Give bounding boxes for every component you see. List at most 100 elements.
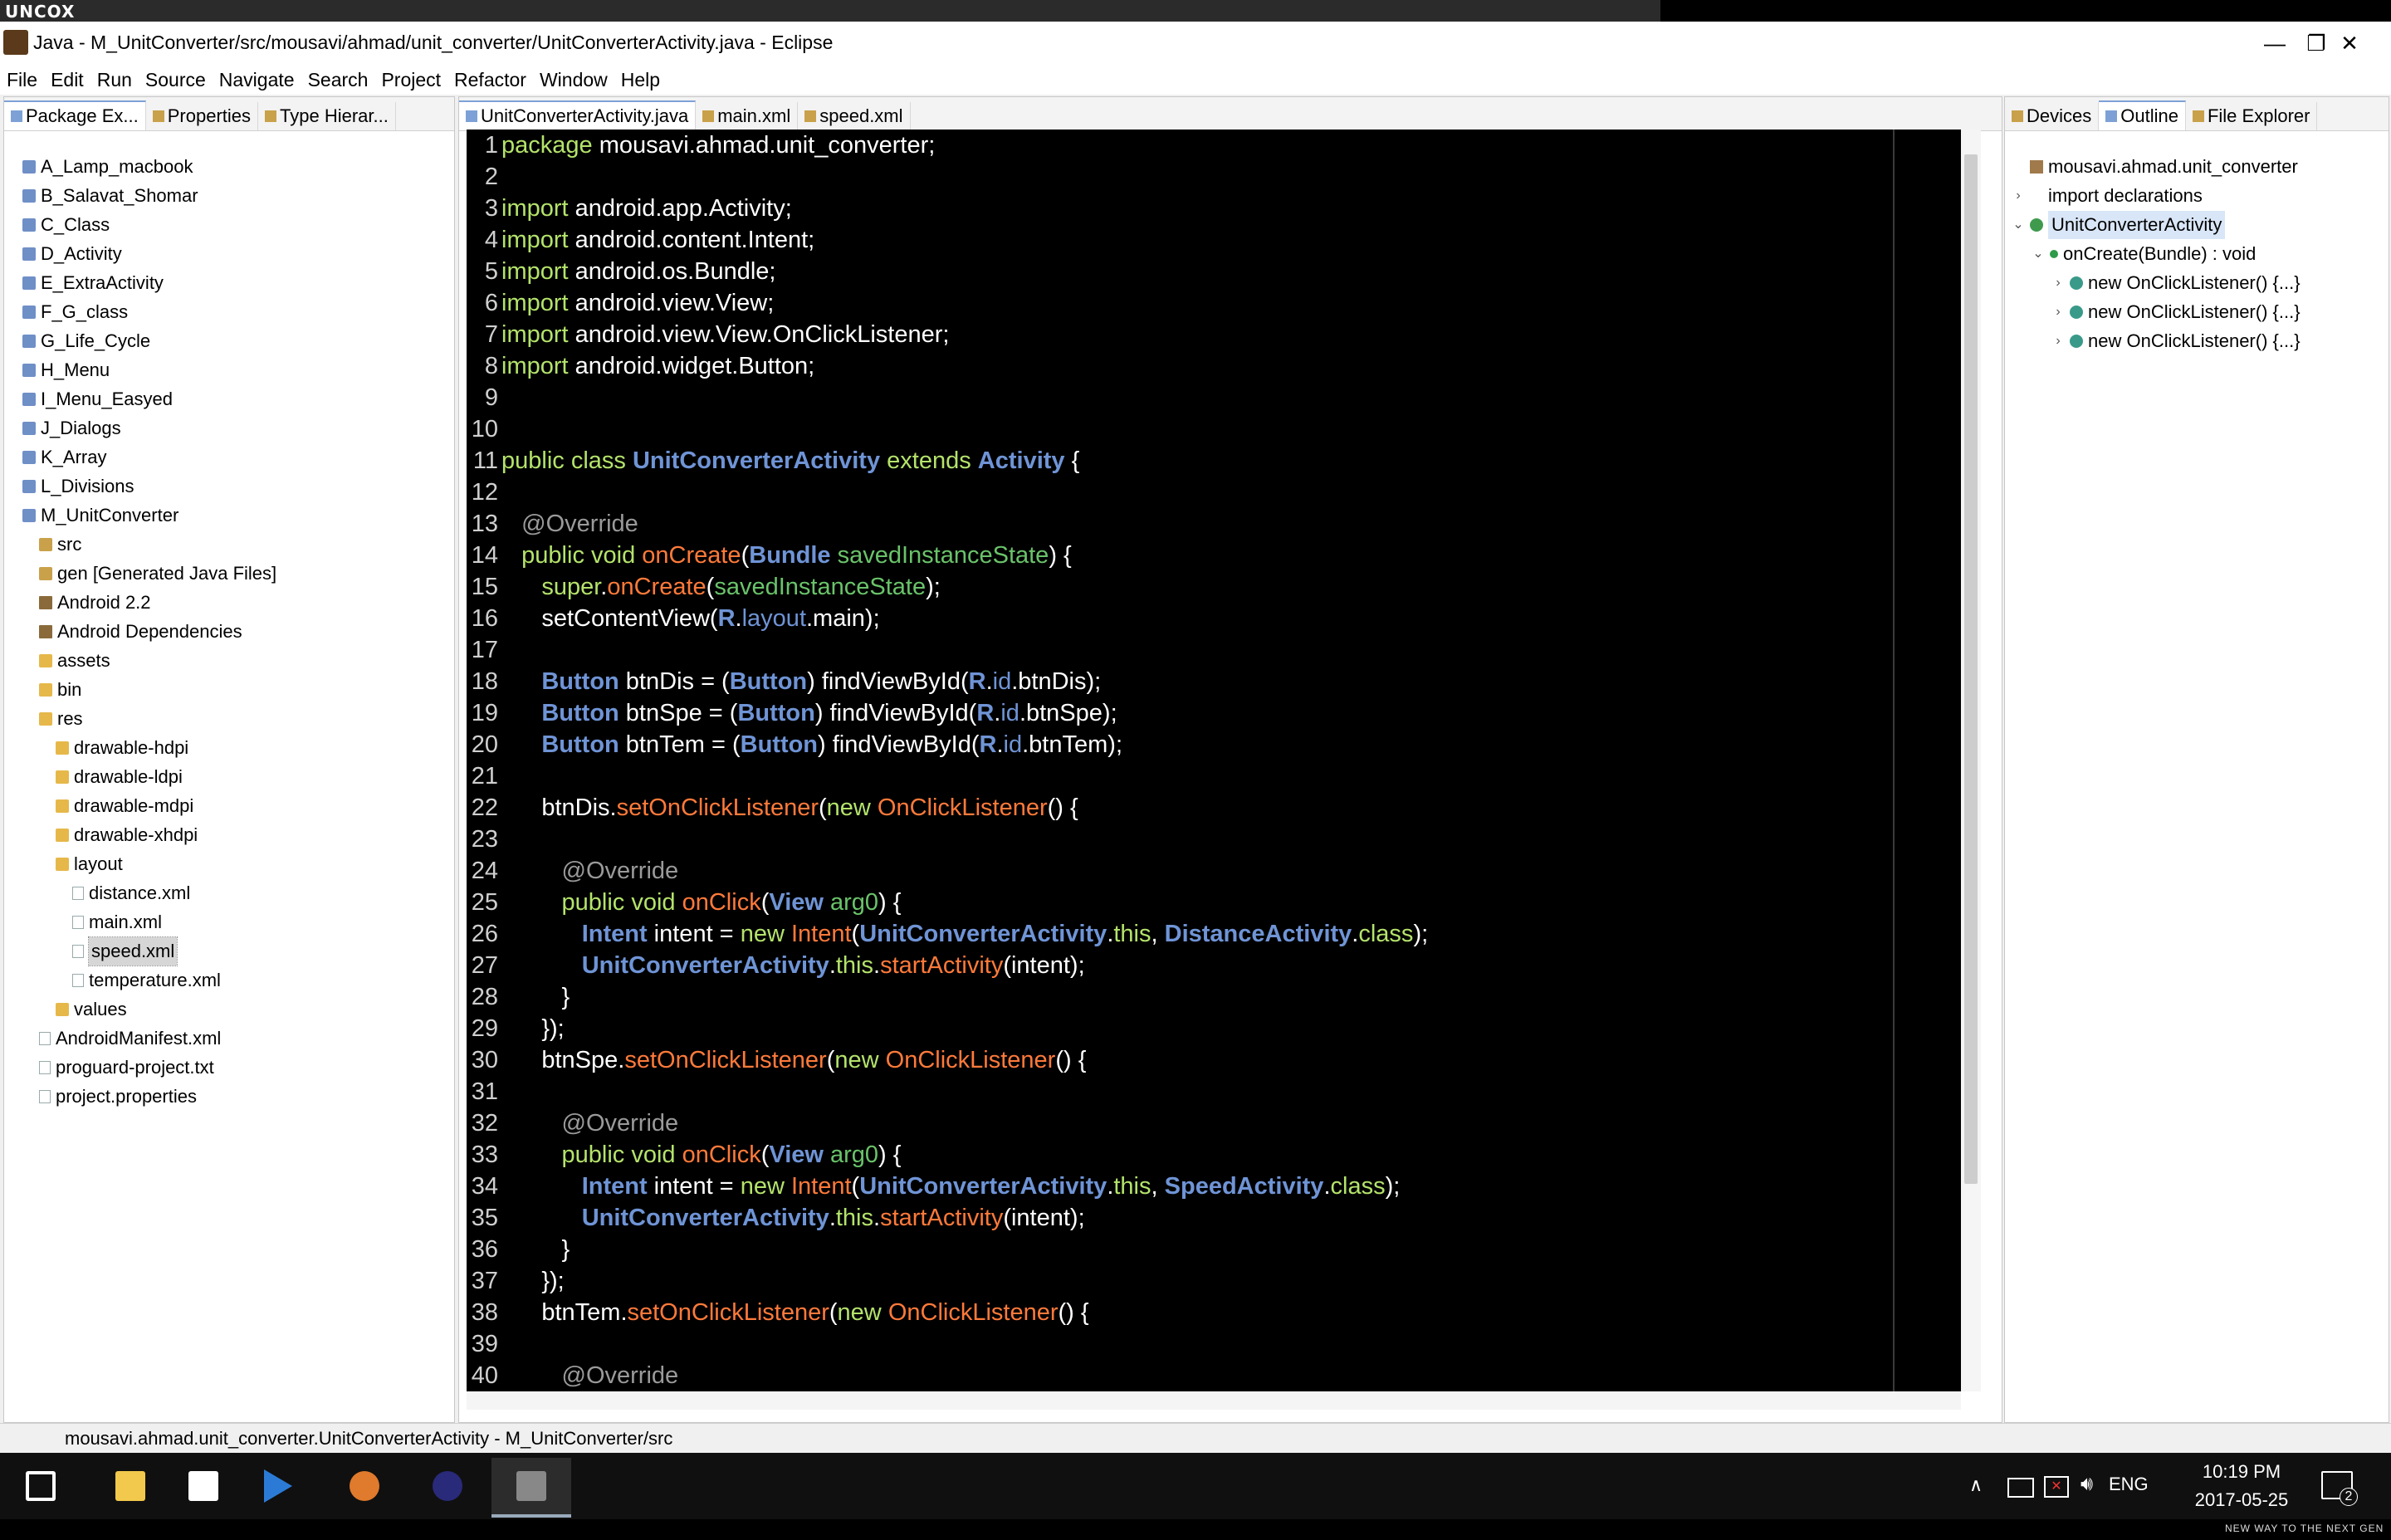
tree-item-speed-xml[interactable]: speed.xml — [72, 936, 178, 966]
eclipse-icon[interactable] — [418, 1458, 477, 1514]
tree-item-l-divisions[interactable]: L_Divisions — [22, 472, 134, 501]
code-line[interactable]: 8 import android.widget.Button; — [467, 350, 814, 382]
tree-item-i-menu-easyed[interactable]: I_Menu_Easyed — [22, 385, 173, 413]
tree-item-res[interactable]: res — [39, 705, 83, 733]
code-line[interactable]: 20 Button btnTem = (Button) findViewById… — [467, 729, 1122, 760]
editor-tab-unitconverteractivity-java[interactable]: UnitConverterActivity.java — [459, 100, 697, 130]
language-indicator[interactable]: ENG — [2109, 1474, 2149, 1495]
code-line[interactable]: 6 import android.view.View; — [467, 287, 774, 319]
chevron-icon[interactable]: › — [2051, 327, 2065, 355]
code-line[interactable]: 15 super.onCreate(savedInstanceState); — [467, 571, 941, 603]
tree-item-j-dialogs[interactable]: J_Dialogs — [22, 414, 121, 442]
code-line[interactable]: 27 UnitConverterActivity.this.startActiv… — [467, 950, 1085, 981]
tree-item-main-xml[interactable]: main.xml — [72, 908, 162, 936]
settings-app-icon[interactable] — [491, 1458, 571, 1518]
outline-item-new-onclicklistener[interactable]: › new OnClickListener() {...} — [2051, 327, 2300, 355]
code-line[interactable]: 7 import android.view.View.OnClickListene… — [467, 319, 950, 350]
left-tab-type-hierar[interactable]: Type Hierar... — [258, 102, 396, 130]
menu-refactor[interactable]: Refactor — [447, 65, 533, 95]
right-tab-outline[interactable]: Outline — [2099, 100, 2186, 130]
outline-item-new-onclicklistener[interactable]: › new OnClickListener() {...} — [2051, 269, 2300, 297]
code-line[interactable]: 18 Button btnDis = (Button) findViewById… — [467, 666, 1101, 697]
tree-item-drawable-ldpi[interactable]: drawable-ldpi — [56, 763, 183, 791]
media-player-icon[interactable] — [249, 1458, 307, 1514]
tree-item-c-class[interactable]: C_Class — [22, 211, 110, 239]
code-line[interactable]: 2 — [467, 161, 501, 193]
code-line[interactable]: 1 package mousavi.ahmad.unit_converter; — [467, 130, 935, 161]
tree-item-drawable-mdpi[interactable]: drawable-mdpi — [56, 792, 193, 820]
tree-item-gen-generated-java-files[interactable]: gen [Generated Java Files] — [39, 560, 276, 588]
code-line[interactable]: 28 } — [467, 981, 570, 1013]
action-center-icon[interactable]: 2 — [2321, 1471, 2358, 1506]
outline-item-new-onclicklistener[interactable]: › new OnClickListener() {...} — [2051, 298, 2300, 326]
code-line[interactable]: 10 — [467, 413, 501, 445]
menu-project[interactable]: Project — [374, 65, 447, 95]
code-line[interactable]: 13 @Override — [467, 508, 638, 540]
menu-source[interactable]: Source — [139, 65, 213, 95]
tray-expand-icon[interactable]: ∧ — [1969, 1474, 1983, 1496]
code-editor[interactable]: 1 package mousavi.ahmad.unit_converter; 2 3… — [467, 130, 1961, 1391]
right-tab-devices[interactable]: Devices — [2005, 102, 2100, 130]
tree-item-assets[interactable]: assets — [39, 647, 110, 675]
tree-item-src[interactable]: src — [39, 530, 81, 559]
tree-item-b-salavat-shomar[interactable]: B_Salavat_Shomar — [22, 182, 198, 210]
code-line[interactable]: 14 public void onCreate(Bundle savedInst… — [467, 540, 1072, 571]
outline-item-unitconverteractivity[interactable]: ⌄ UnitConverterActivity — [2012, 211, 2226, 239]
tree-item-android-dependencies[interactable]: Android Dependencies — [39, 618, 242, 646]
code-line[interactable]: 11 public class UnitConverterActivity ext… — [467, 445, 1079, 477]
code-line[interactable]: 39 — [467, 1328, 501, 1360]
menu-help[interactable]: Help — [614, 65, 667, 95]
outline-item-import-declarations[interactable]: › import declarations — [2012, 182, 2203, 210]
tree-item-k-array[interactable]: K_Array — [22, 443, 106, 472]
code-line[interactable]: 35 UnitConverterActivity.this.startActiv… — [467, 1202, 1085, 1234]
tree-item-proguard-project-txt[interactable]: proguard-project.txt — [39, 1054, 214, 1082]
right-tab-file-explorer[interactable]: File Explorer — [2186, 102, 2318, 130]
code-line[interactable]: 23 — [467, 824, 501, 855]
menu-run[interactable]: Run — [90, 65, 139, 95]
windows-start-icon[interactable] — [12, 1458, 70, 1514]
close-button[interactable]: ✕ — [2312, 25, 2387, 61]
code-line[interactable]: 40 @Override — [467, 1360, 678, 1391]
tree-item-distance-xml[interactable]: distance.xml — [72, 879, 190, 907]
code-line[interactable]: 36 } — [467, 1234, 570, 1265]
tree-item-project-properties[interactable]: project.properties — [39, 1083, 197, 1111]
tree-item-drawable-hdpi[interactable]: drawable-hdpi — [56, 734, 188, 762]
menu-window[interactable]: Window — [533, 65, 614, 95]
editor-scroll-thumb[interactable] — [1964, 154, 1978, 1184]
network-disconnected-icon[interactable]: ✕ — [2044, 1476, 2069, 1498]
editor-horizontal-scrollbar[interactable] — [467, 1391, 1961, 1410]
outline-item-mousavi-ahmad-unit-converter[interactable]: mousavi.ahmad.unit_converter — [2012, 153, 2298, 181]
code-line[interactable]: 38 btnTem.setOnClickListener(new OnClick… — [467, 1297, 1089, 1328]
menu-navigate[interactable]: Navigate — [213, 65, 301, 95]
tree-item-androidmanifest-xml[interactable]: AndroidManifest.xml — [39, 1024, 221, 1053]
code-line[interactable]: 31 — [467, 1076, 501, 1107]
menu-search[interactable]: Search — [301, 65, 375, 95]
chevron-icon[interactable]: › — [2051, 298, 2065, 326]
tree-item-layout[interactable]: layout — [56, 850, 123, 878]
code-line[interactable]: 17 — [467, 634, 501, 666]
tree-item-values[interactable]: values — [56, 995, 127, 1024]
code-line[interactable]: 24 @Override — [467, 855, 678, 887]
tree-item-drawable-xhdpi[interactable]: drawable-xhdpi — [56, 821, 198, 849]
file-explorer-icon[interactable] — [101, 1458, 159, 1514]
code-line[interactable]: 16 setContentView(R.layout.main); — [467, 603, 880, 634]
tree-item-e-extraactivity[interactable]: E_ExtraActivity — [22, 269, 164, 297]
code-line[interactable]: 4 import android.content.Intent; — [467, 224, 814, 256]
code-line[interactable]: 22 btnDis.setOnClickListener(new OnClick… — [467, 792, 1078, 824]
battery-icon[interactable] — [2007, 1478, 2034, 1498]
outline-item-oncreate-bundle-void[interactable]: ⌄ onCreate(Bundle) : void — [2032, 240, 2256, 268]
photo-viewer-icon[interactable] — [335, 1458, 394, 1514]
code-line[interactable]: 19 Button btnSpe = (Button) findViewById… — [467, 697, 1117, 729]
volume-icon[interactable]: 🔊︎ — [2081, 1473, 2093, 1496]
tree-item-d-activity[interactable]: D_Activity — [22, 240, 122, 268]
tree-item-h-menu[interactable]: H_Menu — [22, 356, 110, 384]
code-line[interactable]: 9 — [467, 382, 501, 413]
code-line[interactable]: 12 — [467, 477, 501, 508]
chevron-icon[interactable]: › — [2051, 269, 2065, 297]
clock[interactable]: 10:19 PM 2017-05-25 — [2183, 1458, 2300, 1514]
chevron-icon[interactable]: ⌄ — [2032, 240, 2045, 268]
menu-edit[interactable]: Edit — [44, 65, 90, 95]
tree-item-g-life-cycle[interactable]: G_Life_Cycle — [22, 327, 150, 355]
editor-tab-main-xml[interactable]: main.xml — [696, 102, 799, 130]
tree-item-android-2-2[interactable]: Android 2.2 — [39, 589, 151, 617]
